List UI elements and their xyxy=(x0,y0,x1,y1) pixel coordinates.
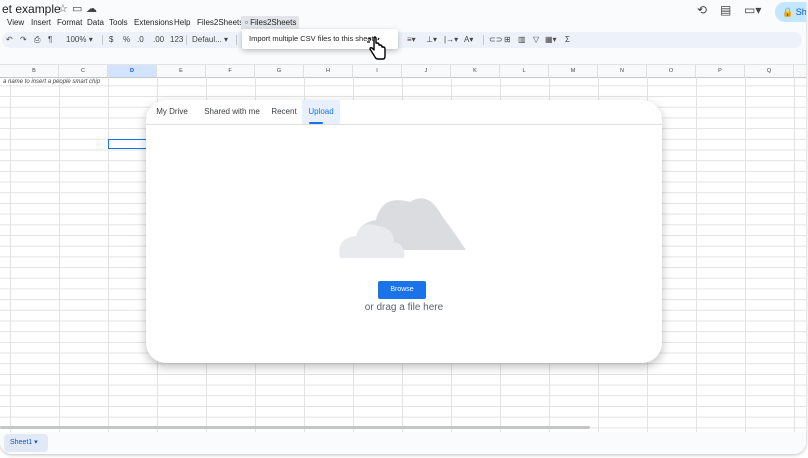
column-header-h[interactable]: H xyxy=(304,65,353,77)
grid-line xyxy=(745,77,746,432)
tab-recent[interactable]: Recent xyxy=(266,100,302,124)
menu-data[interactable]: Data xyxy=(87,18,104,27)
column-header-k[interactable]: K xyxy=(451,65,500,77)
active-tab-indicator xyxy=(309,122,323,124)
column-header-row: B C D E F G H I J K L M N O P Q xyxy=(0,65,806,78)
column-header-n[interactable]: N xyxy=(598,65,647,77)
undo-icon[interactable]: ↶ xyxy=(6,35,13,44)
folder-move-icon[interactable]: ▭ xyxy=(72,2,82,15)
column-header-d[interactable]: D xyxy=(108,65,157,77)
zoom-select[interactable]: 100% ▾ xyxy=(66,35,93,44)
link-icon[interactable]: ⊂⊃ xyxy=(489,35,502,44)
menu-view[interactable]: View xyxy=(7,18,24,27)
decrease-decimals-button[interactable]: .0 xyxy=(137,35,144,44)
title-row: et example ☆ ▭ ☁ ⟲ ▤ ▭▾ 🔒 Sh xyxy=(0,0,806,22)
cloud-status-icon[interactable]: ☁ xyxy=(86,2,97,15)
grid-line xyxy=(108,77,109,432)
meet-icon[interactable]: ▭▾ xyxy=(744,3,761,17)
menu-insert[interactable]: Insert xyxy=(31,18,51,27)
comments-icon[interactable]: ▤ xyxy=(720,3,731,17)
menu-files2sheets[interactable]: Files2Sheets xyxy=(197,18,243,27)
toolbar-divider xyxy=(186,35,187,45)
column-header-q[interactable]: Q xyxy=(745,65,794,77)
picker-tabs: My Drive Shared with me Recent Upload xyxy=(146,100,662,125)
menu-tools[interactable]: Tools xyxy=(109,18,128,27)
menu-bar: View Insert Format Data Tools Extensions… xyxy=(0,18,806,32)
file-picker-dialog: My Drive Shared with me Recent Upload Br… xyxy=(146,100,662,363)
align-icon[interactable]: ≡▾ xyxy=(407,35,416,44)
toolbar-divider xyxy=(483,35,484,45)
history-icon[interactable]: ⟲ xyxy=(697,3,707,17)
column-header-c[interactable]: C xyxy=(59,65,108,77)
menu-files2sheets-open[interactable]: ▫ Files2Sheets xyxy=(241,16,299,30)
tab-upload[interactable]: Upload xyxy=(302,100,340,124)
column-header-j[interactable]: J xyxy=(402,65,451,77)
horizontal-scrollbar[interactable] xyxy=(0,426,590,429)
grid-line xyxy=(10,77,11,432)
column-header-l[interactable]: L xyxy=(500,65,549,77)
grid-line xyxy=(59,77,60,432)
filter-views-icon[interactable]: ▦▾ xyxy=(545,35,557,44)
column-header-i[interactable]: I xyxy=(353,65,402,77)
star-icon[interactable]: ☆ xyxy=(58,2,68,15)
valign-icon[interactable]: ⊥▾ xyxy=(426,35,437,44)
print-icon[interactable]: ⎙ xyxy=(34,35,40,45)
sheet-tab-bar: Sheet1 ▾ xyxy=(0,432,806,454)
comment-icon[interactable]: ⊞ xyxy=(504,35,511,44)
browse-button[interactable]: Browse xyxy=(378,281,426,299)
column-header-b[interactable]: B xyxy=(10,65,59,77)
column-header-e[interactable]: E xyxy=(157,65,206,77)
drag-file-hint: or drag a file here xyxy=(364,302,444,313)
wrap-icon[interactable]: |→▾ xyxy=(444,35,458,44)
spreadsheet-window: et example ☆ ▭ ☁ ⟲ ▤ ▭▾ 🔒 Sh View Insert… xyxy=(0,0,806,454)
increase-decimals-button[interactable]: .00 xyxy=(153,35,164,44)
tab-my-drive[interactable]: My Drive xyxy=(150,100,194,124)
column-header-p[interactable]: P xyxy=(696,65,745,77)
rotate-icon[interactable]: A▾ xyxy=(464,35,473,44)
addon-icon: ▫ xyxy=(245,18,248,27)
tab-shared-with-me[interactable]: Shared with me xyxy=(198,100,266,124)
font-select[interactable]: Defaul... ▾ xyxy=(192,35,228,44)
document-title[interactable]: et example xyxy=(2,2,61,16)
column-header-f[interactable]: F xyxy=(206,65,255,77)
toolbar-divider xyxy=(236,35,237,45)
zoom-value: 100% xyxy=(66,35,87,44)
column-header-o[interactable]: O xyxy=(647,65,696,77)
toolbar: ↶ ↷ ⎙ ¶ 100% ▾ $ % .0 .00 123 Defaul... … xyxy=(2,32,802,48)
column-header-m[interactable]: M xyxy=(549,65,598,77)
paint-format-icon[interactable]: ¶ xyxy=(48,35,52,44)
redo-icon[interactable]: ↷ xyxy=(20,35,27,44)
column-header-g[interactable]: G xyxy=(255,65,304,77)
chart-icon[interactable]: ▥ xyxy=(518,35,526,44)
menu-extensions[interactable]: Extensions xyxy=(134,18,173,27)
font-value: Defaul... xyxy=(192,35,222,44)
hand-cursor-icon xyxy=(367,36,386,60)
menu-format[interactable]: Format xyxy=(57,18,82,27)
percent-button[interactable]: % xyxy=(123,35,130,44)
menu-open-label: Files2Sheets xyxy=(250,18,297,27)
cell-b1-hint[interactable]: a name to insert a people smart chip xyxy=(3,79,100,85)
import-csv-menu-item[interactable]: Import multiple CSV files to this sheet xyxy=(249,34,374,43)
currency-button[interactable]: $ xyxy=(109,35,113,44)
filter-icon[interactable]: ▽ xyxy=(533,35,539,44)
sheet-tab-sheet1[interactable]: Sheet1 ▾ xyxy=(4,434,48,452)
number-format-button[interactable]: 123 xyxy=(170,35,183,44)
menu-help[interactable]: Help xyxy=(174,18,190,27)
grid-line xyxy=(696,77,697,432)
grid-line xyxy=(794,77,795,432)
toolbar-divider xyxy=(102,35,103,45)
functions-button[interactable]: Σ xyxy=(565,35,570,44)
upload-clouds-icon xyxy=(339,198,466,258)
